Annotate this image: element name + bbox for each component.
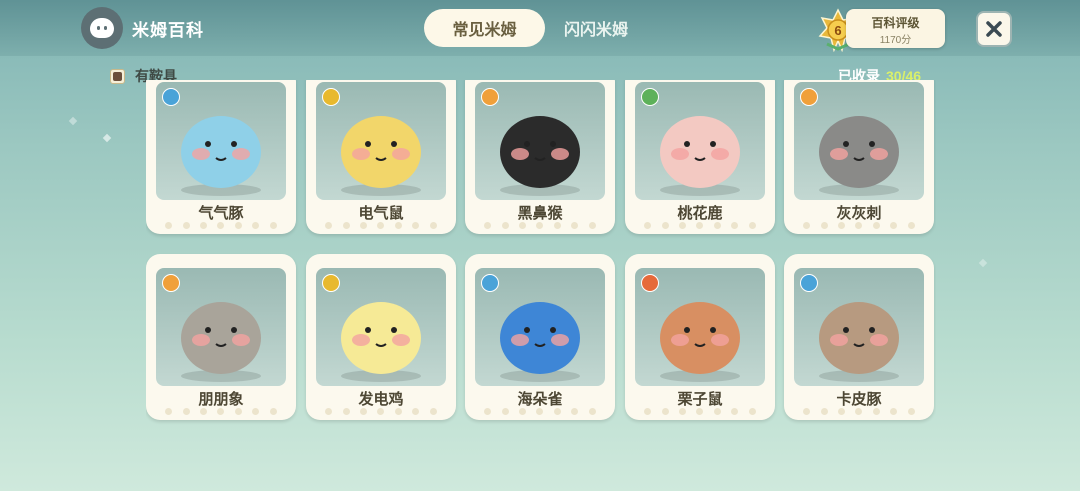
creature-card[interactable]: 气气豚 [146,80,296,234]
close-button[interactable] [976,11,1012,47]
rating-level: 6 [834,23,841,38]
card-decoration [639,220,761,230]
rating-panel[interactable]: 百科评级 1170分 [846,9,945,48]
rating-score: 1170分 [879,35,912,46]
electric-element-icon [322,88,340,106]
creature-card[interactable]: 栗子鼠 [625,254,775,420]
profile-avatar[interactable] [81,7,123,49]
burn-element-icon [641,274,659,292]
saddle-checkbox[interactable] [110,68,125,84]
creature-card[interactable]: 桃花鹿 [625,80,775,234]
card-decoration [798,220,920,230]
card-decoration [160,406,282,416]
creature-card[interactable]: 灰灰刺 [784,80,934,234]
fire-element-icon [800,88,818,106]
card-decoration [479,220,601,230]
close-icon [986,21,1002,37]
creature-card[interactable]: 卡皮豚 [784,254,934,420]
card-decoration [320,220,442,230]
creature-card[interactable]: 黑鼻猴 [465,80,615,234]
card-decoration [798,406,920,416]
creature-grid: 气气豚 电气鼠 黑鼻猴 桃花鹿 灰灰刺朋朋象 发电鸡 海朵雀 栗子鼠 卡皮豚 [146,80,936,440]
fire-element-icon [481,88,499,106]
creature-card[interactable]: 朋朋象 [146,254,296,420]
water-element-icon [162,88,180,106]
card-decoration [160,220,282,230]
mim-face-icon [90,18,114,38]
water-element-icon [481,274,499,292]
grass-element-icon [641,88,659,106]
creature-card[interactable]: 发电鸡 [306,254,456,420]
rating-title: 百科评级 [871,16,920,30]
water-element-icon [800,274,818,292]
tab-common[interactable]: 常见米姆 [424,9,545,47]
fire-element-icon [162,274,180,292]
card-decoration [479,406,601,416]
card-decoration [320,406,442,416]
card-decoration [639,406,761,416]
electric-element-icon [322,274,340,292]
creature-card[interactable]: 电气鼠 [306,80,456,234]
app-title: 米姆百科 [132,21,204,40]
creature-card[interactable]: 海朵雀 [465,254,615,420]
tab-shiny[interactable]: 闪闪米姆 [548,9,644,47]
